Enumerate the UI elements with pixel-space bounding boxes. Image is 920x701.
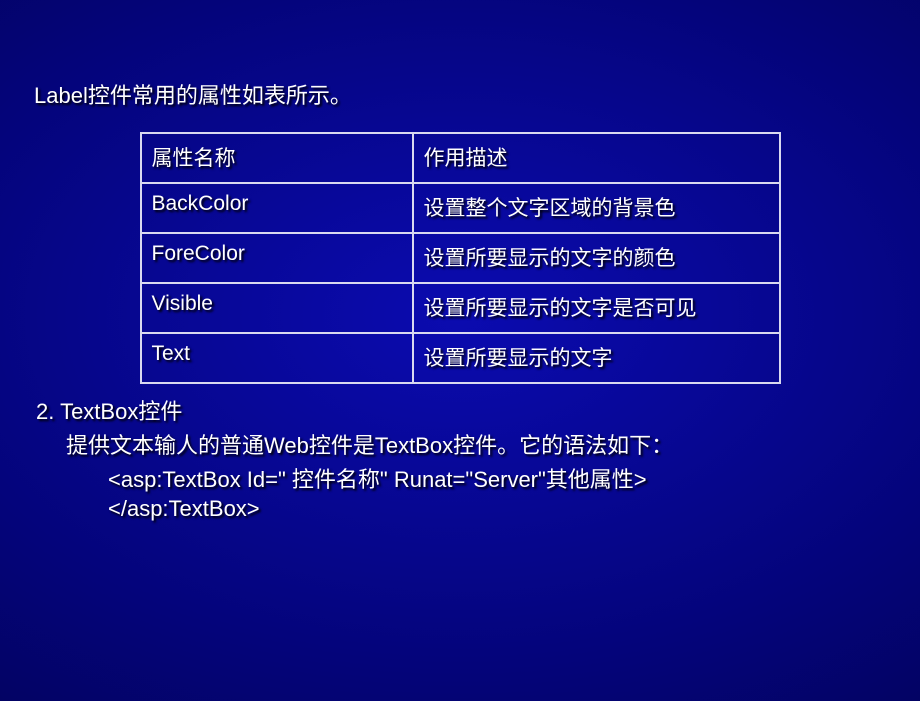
table-cell-name: Visible (141, 283, 413, 333)
code-line-1: <asp:TextBox Id=" 控件名称" Runat="Server"其他… (108, 462, 892, 494)
code-line-2: </asp:TextBox> (108, 496, 892, 522)
section-title: 2. TextBox控件 (36, 394, 892, 426)
table-cell-desc: 设置所要显示的文字的颜色 (413, 233, 780, 283)
table-cell-desc: 设置所要显示的文字是否可见 (413, 283, 780, 333)
table-row: BackColor 设置整个文字区域的背景色 (141, 183, 780, 233)
table-row: ForeColor 设置所要显示的文字的颜色 (141, 233, 780, 283)
table-header-row: 属性名称 作用描述 (141, 133, 780, 183)
table-cell-name: ForeColor (141, 233, 413, 283)
table-header-name: 属性名称 (141, 133, 413, 183)
table-row: Text 设置所要显示的文字 (141, 333, 780, 383)
table-cell-name: Text (141, 333, 413, 383)
table-header-desc: 作用描述 (413, 133, 780, 183)
lead-text: Label控件常用的属性如表所示。 (34, 78, 892, 110)
table-cell-desc: 设置所要显示的文字 (413, 333, 780, 383)
slide: Label控件常用的属性如表所示。 属性名称 作用描述 BackColor 设置… (0, 0, 920, 522)
section-paragraph: 提供文本输人的普通Web控件是TextBox控件。它的语法如下： (66, 428, 892, 460)
table-cell-desc: 设置整个文字区域的背景色 (413, 183, 780, 233)
table-cell-name: BackColor (141, 183, 413, 233)
table-row: Visible 设置所要显示的文字是否可见 (141, 283, 780, 333)
properties-table: 属性名称 作用描述 BackColor 设置整个文字区域的背景色 ForeCol… (140, 132, 781, 384)
